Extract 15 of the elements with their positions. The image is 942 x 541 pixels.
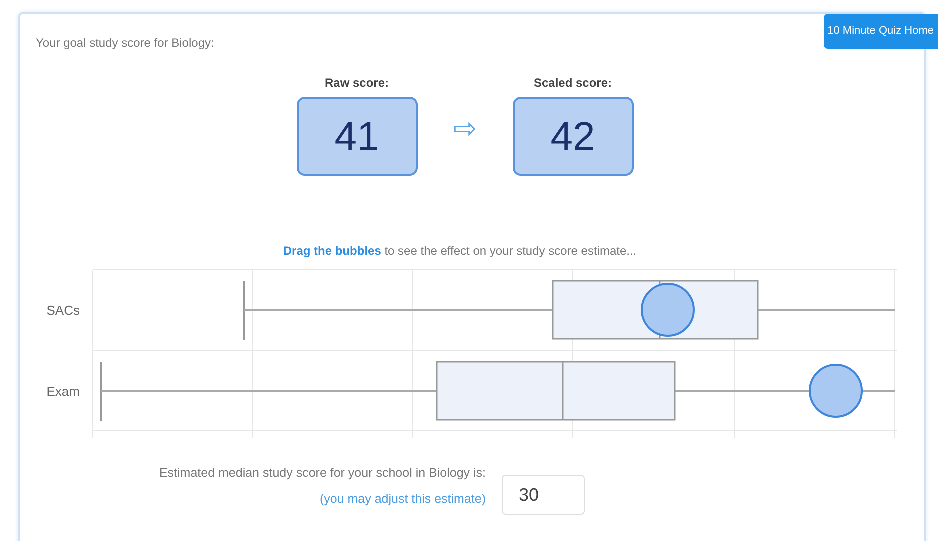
instruction-text: Drag the bubbles to see the effect on your study score estimate... [282, 243, 638, 260]
score-value: 42 [512, 97, 634, 176]
score-value: 41 [296, 97, 418, 176]
score-label: Scaled score: [534, 75, 612, 92]
median-input-field[interactable]: 30 [502, 475, 585, 515]
arrow-icon: ⇨ [454, 108, 476, 176]
score-label: Raw score: [324, 75, 390, 92]
home-button[interactable]: 10 Minute Quiz Home [824, 14, 938, 48]
median-label: Estimated median study score for your school in Biology is: [158, 465, 486, 482]
goal-heading: Your goal study score for Biology: [36, 35, 216, 52]
drag-bubble[interactable] [641, 283, 695, 337]
adjust-link[interactable]: (you may adjust this estimate) [320, 492, 486, 506]
drag-bubble[interactable] [809, 364, 863, 418]
row-label: Exam [46, 384, 80, 399]
row-label: SACs [46, 303, 80, 318]
